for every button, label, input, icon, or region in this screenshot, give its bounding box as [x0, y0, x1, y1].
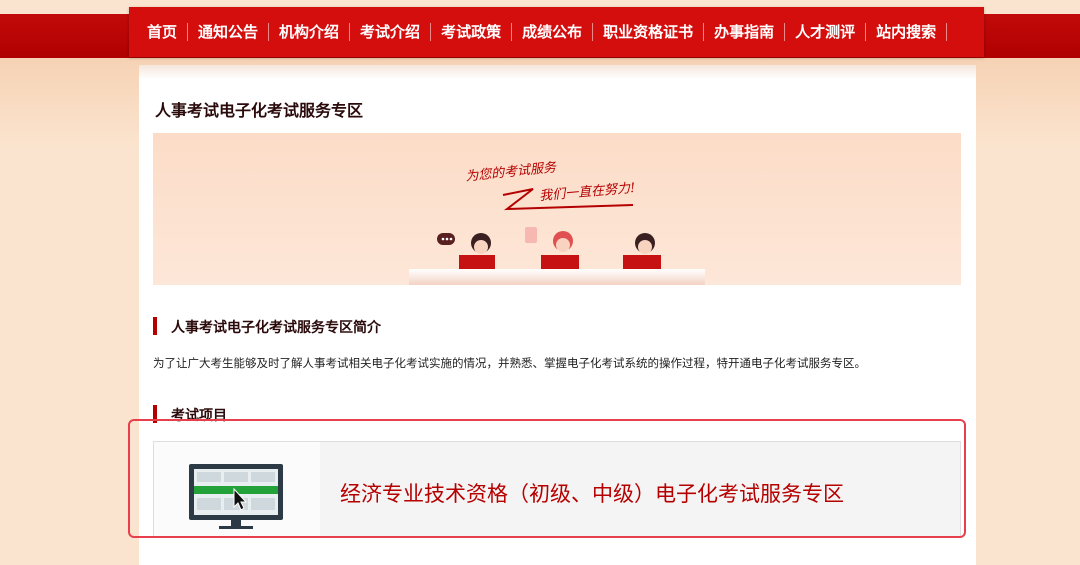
nav-item-scores[interactable]: 成绩公布 — [511, 23, 592, 41]
content-top-fade — [139, 65, 976, 79]
nav-item-about[interactable]: 机构介绍 — [268, 23, 349, 41]
nav-item-exam-intro[interactable]: 考试介绍 — [349, 23, 430, 41]
nav-item-exam-policy[interactable]: 考试政策 — [430, 23, 511, 41]
slogan-swoosh-icon — [502, 188, 634, 211]
nav-item-home[interactable]: 首页 — [129, 23, 187, 41]
main-nav: 首页 通知公告 机构介绍 考试介绍 考试政策 成绩公布 职业资格证书 办事指南 … — [129, 7, 984, 57]
page-title: 人事考试电子化考试服务专区 — [155, 101, 364, 120]
service-banner: 为您的考试服务 我们一直在努力! — [153, 133, 961, 285]
banner-desk — [409, 269, 705, 285]
banner-slogan-line1: 为您的考试服务 — [464, 160, 557, 185]
intro-heading: 人事考试电子化考试服务专区简介 — [153, 317, 381, 337]
intro-text: 为了让广大考生能够及时了解人事考试相关电子化考试实施的情况，并熟悉、掌握电子化考… — [153, 356, 866, 370]
nav-item-notices[interactable]: 通知公告 — [187, 23, 268, 41]
selection-highlight — [128, 419, 966, 538]
nav-item-guide[interactable]: 办事指南 — [703, 23, 784, 41]
nav-item-certificates[interactable]: 职业资格证书 — [592, 23, 703, 41]
nav-item-search[interactable]: 站内搜索 — [865, 23, 948, 41]
nav-item-assessment[interactable]: 人才测评 — [784, 23, 865, 41]
